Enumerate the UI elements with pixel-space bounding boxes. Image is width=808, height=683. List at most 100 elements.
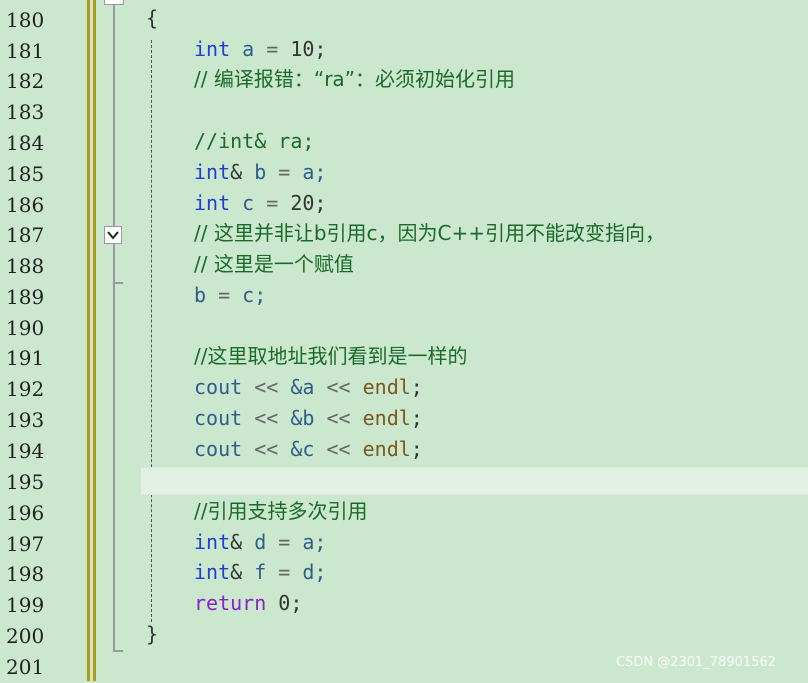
operator-token: = xyxy=(278,160,291,184)
operator-shift: << xyxy=(326,437,351,461)
fold-end-tick xyxy=(113,282,123,284)
code-line-192[interactable]: cout << &a << endl; xyxy=(194,372,423,403)
keyword-return: return xyxy=(194,591,267,615)
reference-amp: & xyxy=(230,160,243,184)
fold-guide-line xyxy=(113,0,115,651)
code-line-184[interactable]: //int& ra; xyxy=(194,126,314,157)
value-token: 10; xyxy=(278,37,327,61)
code-line-194[interactable]: cout << &c << endl; xyxy=(194,434,423,465)
fold-end-tick xyxy=(113,650,123,652)
keyword-int: int xyxy=(194,191,231,215)
code-line-198[interactable]: int& f = d; xyxy=(194,557,326,588)
line-number: 200 xyxy=(6,624,45,648)
csdn-watermark: CSDN @2301_78901562 xyxy=(616,655,776,670)
identifier-cout: cout xyxy=(194,437,255,461)
keyword-int: int xyxy=(194,560,231,584)
code-line-197[interactable]: int& d = a; xyxy=(194,527,326,558)
code-line-199[interactable]: return 0; xyxy=(194,588,302,619)
semicolon: ; xyxy=(410,437,423,461)
change-marker-bar xyxy=(87,0,90,681)
code-line-186[interactable]: int c = 20; xyxy=(194,188,326,219)
line-number: 201 xyxy=(6,655,45,679)
current-line-highlight xyxy=(141,467,808,495)
keyword-int: int xyxy=(194,160,231,184)
line-number: 197 xyxy=(6,532,45,556)
line-number: 190 xyxy=(6,316,45,340)
reference-amp: & xyxy=(230,530,243,554)
identifier-endl: endl xyxy=(350,406,411,430)
code-line-185[interactable]: int& b = a; xyxy=(194,157,326,188)
line-number: 186 xyxy=(6,193,45,217)
value-token: d; xyxy=(290,560,327,584)
code-line-189[interactable]: b = c; xyxy=(194,280,266,311)
line-number: 181 xyxy=(6,39,45,63)
change-marker-bar-secondary xyxy=(93,0,96,681)
code-line-196[interactable]: //引用支持多次引用 xyxy=(194,496,367,527)
value-token: 20; xyxy=(278,191,327,215)
operator-token: = xyxy=(266,191,279,215)
comment-text: // 这里并非让b引用c，因为C++引用不能改变指向， xyxy=(194,221,666,245)
operator-shift: << xyxy=(326,406,351,430)
code-line-188[interactable]: // 这里是一个赋值 xyxy=(194,249,354,280)
scope-guide-line xyxy=(151,40,152,622)
value-token: 0; xyxy=(266,591,303,615)
variable-token: b xyxy=(194,283,207,307)
semicolon: ; xyxy=(410,375,423,399)
fold-region-top[interactable] xyxy=(104,0,124,5)
code-line-200[interactable]: } xyxy=(146,619,158,650)
code-line-182[interactable]: // 编译报错：“ra”：必须初始化引用 xyxy=(194,64,515,95)
value-token: a; xyxy=(290,160,327,184)
address-of-token: &b xyxy=(278,406,327,430)
address-of-token: &a xyxy=(278,375,327,399)
identifier-endl: endl xyxy=(350,437,411,461)
chevron-down-icon[interactable] xyxy=(104,226,122,244)
variable-token: a xyxy=(230,37,267,61)
comment-text: //int& ra; xyxy=(194,129,315,153)
operator-token: = xyxy=(206,283,243,307)
comment-text: // 这里是一个赋值 xyxy=(194,252,354,276)
line-number: 184 xyxy=(6,131,45,155)
line-number: 198 xyxy=(6,562,45,586)
operator-shift: << xyxy=(254,406,279,430)
line-number: 183 xyxy=(6,100,45,124)
line-number: 191 xyxy=(6,346,45,370)
line-number: 195 xyxy=(6,470,45,494)
line-number: 182 xyxy=(6,69,45,93)
line-number: 194 xyxy=(6,439,45,463)
brace-close: } xyxy=(146,622,159,646)
brace-open: { xyxy=(146,6,159,30)
variable-token: f xyxy=(242,560,279,584)
comment-text: // 编译报错：“ra”：必须初始化引用 xyxy=(194,67,516,91)
value-token: a; xyxy=(290,530,327,554)
variable-token: c; xyxy=(242,283,267,307)
line-number: 193 xyxy=(6,408,45,432)
line-number: 187 xyxy=(6,223,45,247)
keyword-int: int xyxy=(194,530,231,554)
code-line-180[interactable]: { xyxy=(146,3,158,34)
identifier-cout: cout xyxy=(194,406,255,430)
semicolon: ; xyxy=(410,406,423,430)
line-number: 189 xyxy=(6,285,45,309)
line-number: 185 xyxy=(6,162,45,186)
identifier-cout: cout xyxy=(194,375,255,399)
line-number: 192 xyxy=(6,377,45,401)
line-number: 188 xyxy=(6,254,45,278)
operator-token: = xyxy=(278,560,291,584)
operator-shift: << xyxy=(326,375,351,399)
code-line-187[interactable]: // 这里并非让b引用c，因为C++引用不能改变指向， xyxy=(194,218,665,249)
identifier-endl: endl xyxy=(350,375,411,399)
comment-text: //引用支持多次引用 xyxy=(194,499,368,523)
address-of-token: &c xyxy=(278,437,327,461)
code-editor[interactable]: 180 181 182 183 184 185 186 187 188 189 … xyxy=(0,0,808,681)
line-number: 180 xyxy=(6,8,45,32)
line-number: 196 xyxy=(6,501,45,525)
keyword-int: int xyxy=(194,37,231,61)
code-line-191[interactable]: //这里取地址我们看到是一样的 xyxy=(194,341,467,372)
code-line-193[interactable]: cout << &b << endl; xyxy=(194,403,423,434)
variable-token: d xyxy=(242,530,279,554)
operator-token: = xyxy=(278,530,291,554)
variable-token: c xyxy=(230,191,267,215)
line-number: 199 xyxy=(6,593,45,617)
variable-token: b xyxy=(242,160,279,184)
code-line-181[interactable]: int a = 10; xyxy=(194,34,326,65)
